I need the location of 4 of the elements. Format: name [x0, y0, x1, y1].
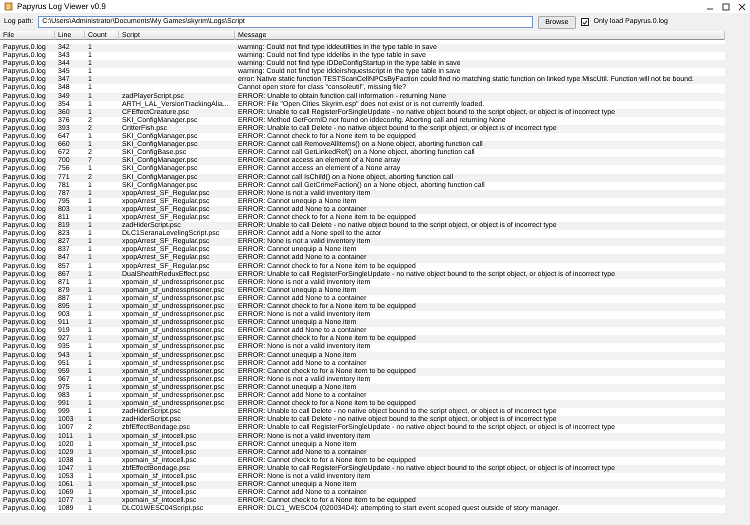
close-icon[interactable] — [738, 2, 746, 10]
maximize-icon[interactable] — [722, 2, 730, 10]
only-load-checkbox[interactable] — [580, 18, 589, 26]
window-title: Papyrus Log Viewer v0.9 — [17, 2, 106, 12]
